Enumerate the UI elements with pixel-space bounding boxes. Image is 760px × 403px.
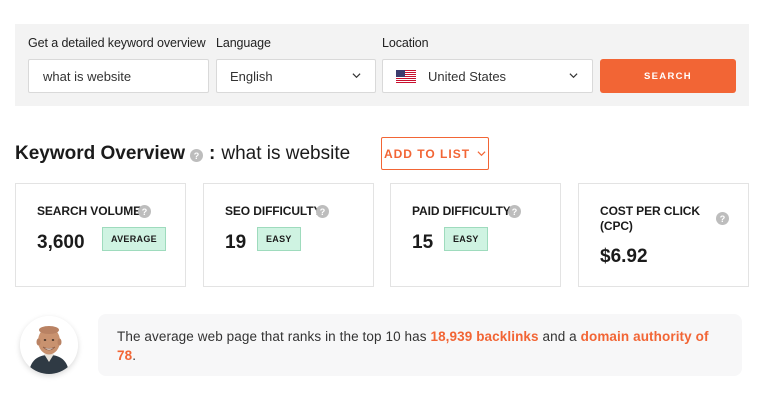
seo-difficulty-card: SEO DIFFICULTY ? 19 EASY: [203, 183, 374, 287]
search-panel: Get a detailed keyword overview Language…: [15, 24, 749, 106]
status-badge: EASY: [257, 227, 301, 251]
language-select[interactable]: English: [216, 59, 376, 93]
keyword-input[interactable]: what is website: [28, 59, 209, 93]
insight-text-part: .: [132, 348, 137, 363]
paid-difficulty-value: 15: [412, 232, 434, 253]
add-to-list-label: ADD TO LIST: [383, 146, 471, 161]
card-title-line: (CPC): [600, 219, 633, 233]
language-select-value: English: [230, 68, 273, 84]
backlinks-highlight: 18,939 backlinks: [430, 329, 539, 344]
status-badge: EASY: [444, 227, 488, 251]
card-title: PAID DIFFICULTY: [412, 204, 511, 218]
insight-text-part: The average web page that ranks in the t…: [117, 329, 431, 344]
help-icon[interactable]: ?: [190, 149, 204, 162]
help-icon[interactable]: ?: [316, 205, 329, 218]
keyword-overview-heading: Keyword Overview ? : what is website: [15, 143, 350, 165]
overview-keyword: what is website: [221, 143, 351, 164]
keyword-label: Get a detailed keyword overview: [28, 36, 206, 50]
card-title-line: COST PER CLICK: [600, 204, 700, 218]
search-volume-value: 3,600: [37, 232, 85, 253]
cpc-value: $6.92: [600, 246, 648, 267]
location-select[interactable]: United States: [382, 59, 593, 93]
insight-text-part: and a: [538, 329, 581, 344]
location-select-value: United States: [428, 68, 507, 84]
overview-colon: :: [209, 143, 216, 164]
seo-difficulty-value: 19: [225, 232, 247, 253]
paid-difficulty-card: PAID DIFFICULTY ? 15 EASY: [390, 183, 561, 287]
language-label: Language: [216, 36, 271, 50]
chevron-down-icon: [352, 73, 361, 79]
keyword-input-value: what is website: [43, 68, 132, 84]
chevron-down-icon: [477, 151, 486, 157]
card-title: SEO DIFFICULTY: [225, 204, 322, 218]
status-badge: AVERAGE: [102, 227, 166, 251]
overview-title: Keyword Overview: [15, 143, 186, 164]
avatar: [20, 316, 78, 374]
location-label: Location: [382, 36, 429, 50]
help-icon[interactable]: ?: [138, 205, 151, 218]
us-flag-icon: [396, 69, 416, 83]
search-button[interactable]: SEARCH: [600, 59, 736, 93]
search-volume-card: SEARCH VOLUME ? 3,600 AVERAGE: [15, 183, 186, 287]
chevron-down-icon: [569, 73, 578, 79]
cpc-card: COST PER CLICK (CPC) ? $6.92: [578, 183, 749, 287]
card-title: COST PER CLICK (CPC): [600, 204, 700, 234]
help-icon[interactable]: ?: [716, 212, 729, 225]
insight-text: The average web page that ranks in the t…: [117, 327, 729, 365]
card-title: SEARCH VOLUME: [37, 204, 142, 218]
help-icon[interactable]: ?: [508, 205, 521, 218]
insight-box: The average web page that ranks in the t…: [98, 314, 742, 376]
add-to-list-button[interactable]: ADD TO LIST: [381, 137, 489, 170]
